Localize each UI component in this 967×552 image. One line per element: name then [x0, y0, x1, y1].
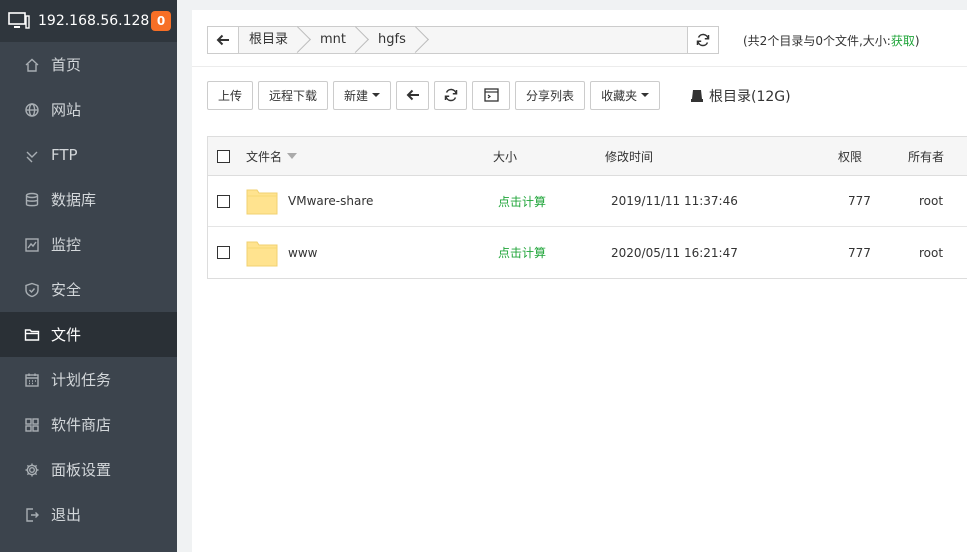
table-row[interactable]: www 点击计算 2020/05/11 16:21:47 777 root: [208, 227, 967, 278]
calculate-size-link[interactable]: 点击计算: [498, 193, 546, 210]
sort-icon: [287, 153, 298, 159]
shield-icon: [23, 281, 41, 299]
file-toolbar: 上传 远程下载 新建 分享列表 收藏夹: [207, 80, 665, 110]
calculate-size-link[interactable]: 点击计算: [498, 244, 546, 261]
monitor-display-icon: [8, 12, 30, 29]
arrow-left-icon: [406, 89, 419, 101]
table-header: 文件名 大小 修改时间 权限 所有者: [208, 137, 967, 176]
refresh-button[interactable]: [434, 80, 468, 110]
terminal-button[interactable]: [472, 80, 511, 110]
sidebar-item-label: 软件商店: [51, 416, 112, 434]
file-mtime: 2019/11/11 11:37:46: [611, 194, 738, 208]
row-checkbox[interactable]: [217, 246, 230, 259]
column-header-name[interactable]: 文件名: [246, 137, 298, 175]
upload-button[interactable]: 上传: [207, 80, 254, 110]
gear-icon: [23, 461, 41, 479]
refresh-icon: [444, 88, 457, 102]
sidebar-nav: 首页 网站 FTP 数据库 监控 安全 文件 计划任务 软件商店 面板设置 退出: [0, 42, 177, 537]
folder-icon: [23, 326, 41, 344]
file-name-link[interactable]: www: [288, 246, 317, 260]
globe-icon: [23, 101, 41, 119]
file-manager-panel: 根目录 mnt hgfs (共2个目录与0个文件,大小:获取) 上传 远程下载 …: [192, 10, 967, 552]
caret-down-icon: [372, 93, 381, 97]
sidebar-item-security[interactable]: 安全: [0, 267, 177, 312]
breadcrumb: 根目录 mnt hgfs: [239, 27, 687, 53]
share-list-button[interactable]: 分享列表: [515, 80, 586, 110]
sidebar-item-label: 计划任务: [51, 371, 112, 389]
favorites-dropdown-button[interactable]: 收藏夹: [590, 80, 661, 110]
sidebar-item-monitor[interactable]: 监控: [0, 222, 177, 267]
row-checkbox[interactable]: [217, 194, 230, 208]
directory-summary: (共2个目录与0个文件,大小:获取): [743, 34, 920, 48]
refresh-icon: [696, 33, 710, 47]
disk-selector[interactable]: 根目录(12G): [690, 86, 791, 106]
folder-icon: [246, 241, 278, 266]
ftp-icon: [23, 146, 41, 164]
terminal-icon: [483, 88, 499, 102]
home-icon: [23, 56, 41, 74]
file-name-link[interactable]: VMware-share: [288, 194, 373, 208]
monitor-icon: [23, 236, 41, 254]
column-header-size[interactable]: 大小: [493, 137, 517, 175]
column-header-permission: 权限: [838, 149, 863, 164]
file-permission[interactable]: 777: [848, 227, 871, 278]
file-owner[interactable]: root: [919, 227, 943, 278]
sidebar-item-appstore[interactable]: 软件商店: [0, 402, 177, 447]
get-size-link[interactable]: 获取: [891, 34, 915, 48]
sidebar-item-cron[interactable]: 计划任务: [0, 357, 177, 402]
sidebar-item-label: FTP: [51, 145, 78, 164]
sidebar-item-label: 网站: [51, 101, 82, 119]
column-header-owner: 所有者: [908, 149, 945, 164]
sidebar-item-settings[interactable]: 面板设置: [0, 447, 177, 492]
sidebar-item-label: 监控: [51, 236, 82, 254]
divider: [192, 66, 967, 67]
sidebar-item-label: 面板设置: [51, 461, 112, 479]
hard-drive-icon: [691, 90, 703, 102]
caret-down-icon: [641, 93, 650, 97]
sidebar-item-label: 首页: [51, 56, 82, 74]
database-icon: [23, 191, 41, 209]
arrow-left-icon: [216, 34, 229, 46]
server-ip: 192.168.56.128: [38, 13, 150, 29]
sidebar-item-home[interactable]: 首页: [0, 42, 177, 87]
server-header: 192.168.56.128 0: [0, 0, 177, 42]
new-dropdown-button[interactable]: 新建: [333, 80, 392, 110]
folder-icon: [246, 189, 278, 215]
sidebar-item-ftp[interactable]: FTP: [0, 132, 177, 177]
table-row[interactable]: VMware-share 点击计算 2019/11/11 11:37:46 77…: [208, 176, 967, 227]
sidebar-item-label: 退出: [51, 506, 82, 524]
sidebar: 192.168.56.128 0 首页 网站 FTP 数据库 监控 安全 文件 …: [0, 0, 177, 552]
sidebar-item-website[interactable]: 网站: [0, 87, 177, 132]
breadcrumb-item-root[interactable]: 根目录: [239, 27, 300, 53]
message-count-badge[interactable]: 0: [151, 11, 171, 31]
path-back-button[interactable]: [208, 27, 239, 53]
sidebar-item-label: 数据库: [51, 191, 97, 209]
sidebar-item-files[interactable]: 文件: [0, 312, 177, 357]
path-refresh-button[interactable]: [687, 27, 718, 53]
file-table: 文件名 大小 修改时间 权限 所有者 VMware-share 点击计算 201…: [207, 136, 967, 279]
logout-icon: [23, 506, 41, 524]
sidebar-item-label: 安全: [51, 281, 82, 299]
sidebar-item-database[interactable]: 数据库: [0, 177, 177, 222]
apps-icon: [23, 416, 41, 434]
path-bar: 根目录 mnt hgfs: [207, 26, 719, 54]
sidebar-item-logout[interactable]: 退出: [0, 492, 177, 537]
calendar-icon: [23, 371, 41, 389]
select-all-checkbox[interactable]: [217, 149, 230, 163]
column-header-mtime[interactable]: 修改时间: [605, 137, 653, 175]
back-button[interactable]: [396, 80, 430, 110]
remote-download-button[interactable]: 远程下载: [258, 80, 329, 110]
file-owner[interactable]: root: [919, 176, 943, 226]
file-permission[interactable]: 777: [848, 176, 871, 226]
sidebar-item-label: 文件: [51, 326, 82, 344]
file-mtime: 2020/05/11 16:21:47: [611, 245, 738, 260]
